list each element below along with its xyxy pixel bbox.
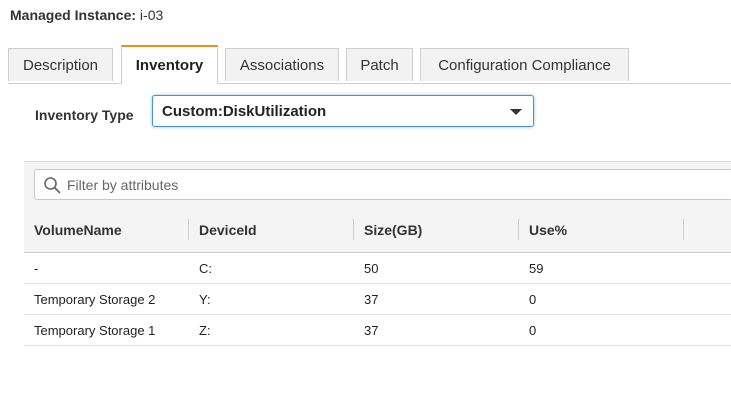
managed-instance-label: Managed Instance:	[10, 7, 137, 23]
cell-deviceid: C:	[189, 252, 354, 284]
table-row[interactable]: Temporary Storage 2 Y: 37 0	[24, 283, 731, 315]
table-header-row: VolumeName DeviceId Size(GB) Use%	[24, 207, 731, 253]
cell-use-percent: 59	[519, 252, 684, 284]
inventory-type-select[interactable]: Custom:DiskUtilization	[152, 95, 534, 127]
cell-volumename: Temporary Storage 2	[24, 283, 189, 315]
cell-use-percent: 0	[519, 283, 684, 315]
tab-label: Inventory	[135, 57, 204, 74]
tab-label: Patch	[360, 56, 399, 74]
inventory-table: VolumeName DeviceId Size(GB) Use% - C: 5…	[24, 207, 731, 346]
cell-deviceid: Y:	[189, 283, 354, 315]
cell-use-percent: 0	[519, 314, 684, 346]
cell-empty	[684, 283, 731, 315]
instance-id: i-03	[139, 7, 164, 23]
cell-size: 50	[354, 252, 519, 284]
inventory-type-label: Inventory Type	[35, 107, 134, 123]
column-header-size[interactable]: Size(GB)	[354, 207, 519, 253]
inventory-type-selected-value: Custom:DiskUtilization	[162, 103, 327, 120]
table-row[interactable]: - C: 50 59	[24, 252, 731, 284]
column-header-empty	[684, 207, 731, 253]
cell-empty	[684, 252, 731, 284]
column-header-use-percent[interactable]: Use%	[519, 207, 684, 253]
tab-configuration-compliance[interactable]: Configuration Compliance	[420, 48, 629, 81]
caret-down-icon	[510, 109, 522, 115]
page-title: Managed Instance: i-03	[10, 7, 163, 23]
filter-input[interactable]	[67, 174, 567, 196]
tab-description[interactable]: Description	[8, 48, 113, 81]
table-row[interactable]: Temporary Storage 1 Z: 37 0	[24, 314, 731, 346]
column-header-volumename[interactable]: VolumeName	[24, 207, 189, 253]
tab-label: Associations	[239, 56, 325, 74]
cell-size: 37	[354, 283, 519, 315]
tab-associations[interactable]: Associations	[225, 48, 339, 81]
tab-inventory[interactable]: Inventory	[121, 45, 218, 84]
filter-box	[34, 169, 731, 200]
cell-size: 37	[354, 314, 519, 346]
tab-bar: Description Inventory Associations Patch…	[8, 45, 731, 84]
cell-volumename: -	[24, 252, 189, 284]
search-icon	[44, 177, 61, 194]
tab-patch[interactable]: Patch	[346, 48, 413, 81]
cell-empty	[684, 314, 731, 346]
column-header-deviceid[interactable]: DeviceId	[189, 207, 354, 253]
tab-label: Description	[22, 56, 99, 74]
cell-volumename: Temporary Storage 1	[24, 314, 189, 346]
filter-panel	[24, 161, 731, 208]
cell-deviceid: Z:	[189, 314, 354, 346]
tab-label: Configuration Compliance	[438, 56, 611, 74]
